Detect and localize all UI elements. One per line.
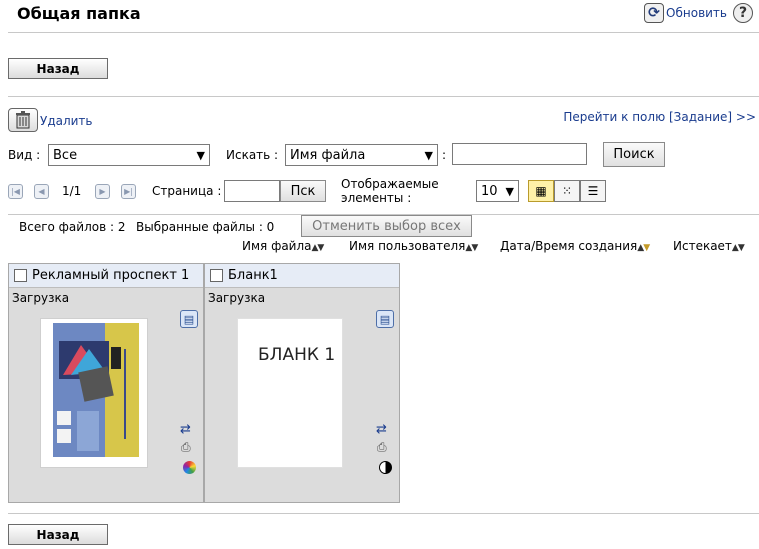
thumbnail-text: БЛАНК 1 bbox=[258, 345, 336, 365]
sort-username[interactable]: Имя пользователя▲▼ bbox=[349, 239, 478, 253]
back-button-top[interactable]: Назад bbox=[8, 58, 108, 79]
goto-job-field-link[interactable]: Перейти к полю [Задание] >> bbox=[563, 110, 756, 124]
sort-created-label: Дата/Время создания bbox=[500, 239, 638, 253]
list-view-icon[interactable]: ☰ bbox=[580, 180, 606, 202]
refresh-icon[interactable]: ⟳ bbox=[644, 3, 665, 23]
chevron-down-icon: ▼ bbox=[505, 184, 514, 198]
file-checkbox[interactable] bbox=[210, 269, 223, 282]
printer-icon: ⎙ bbox=[377, 440, 387, 454]
file-card-header: Рекламный проспект 1 bbox=[9, 264, 203, 288]
view-select-value: Все bbox=[53, 147, 78, 163]
first-page-icon[interactable]: |◀ bbox=[8, 184, 23, 199]
selected-files: Выбранные файлы : 0 bbox=[136, 220, 275, 234]
page-title: Общая папка bbox=[17, 4, 141, 23]
brochure-thumbnail-image bbox=[53, 323, 139, 457]
file-name: Бланк1 bbox=[228, 268, 278, 283]
printer-icon: ⎙ bbox=[181, 440, 191, 454]
back-button-bottom[interactable]: Назад bbox=[8, 524, 108, 545]
details-icon[interactable]: ▤ bbox=[376, 310, 394, 328]
sort-expires-label: Истекает bbox=[673, 239, 732, 253]
last-page-icon[interactable]: ▶| bbox=[121, 184, 136, 199]
display-items-label: Отображаемые элементы : bbox=[341, 177, 439, 205]
sort-arrows-icon: ▲▼ bbox=[731, 243, 745, 253]
sort-username-label: Имя пользователя bbox=[349, 239, 466, 253]
file-card[interactable]: Рекламный проспект 1 Загрузка ▤ ⇄ ⎙ bbox=[8, 263, 204, 503]
display-items-value: 10 bbox=[481, 183, 498, 199]
search-field-select[interactable]: Имя файла ▼ bbox=[285, 144, 438, 166]
page-info: 1/1 bbox=[62, 184, 82, 198]
search-field-value: Имя файла bbox=[290, 147, 366, 163]
small-thumbnail-view-icon[interactable]: ⁙ bbox=[554, 180, 580, 202]
file-status: Загрузка bbox=[208, 291, 266, 305]
sort-created[interactable]: Дата/Время создания▲▼ bbox=[500, 239, 650, 253]
search-input[interactable] bbox=[452, 143, 587, 165]
details-icon[interactable]: ▤ bbox=[180, 310, 198, 328]
go-page-button[interactable]: Пск bbox=[280, 180, 326, 202]
search-by-label: Искать : bbox=[226, 148, 279, 162]
display-items-select[interactable]: 10 ▼ bbox=[476, 180, 519, 202]
delete-button[interactable] bbox=[8, 108, 38, 132]
help-icon[interactable]: ? bbox=[733, 3, 753, 23]
file-checkbox[interactable] bbox=[14, 269, 27, 282]
page-input[interactable] bbox=[224, 180, 280, 202]
display-items-label-line2: элементы : bbox=[341, 191, 412, 205]
view-select[interactable]: Все ▼ bbox=[48, 144, 210, 166]
total-files: Всего файлов : 2 bbox=[19, 220, 126, 234]
next-page-icon[interactable]: ▶ bbox=[95, 184, 110, 199]
deselect-all-button[interactable]: Отменить выбор всех bbox=[301, 215, 472, 237]
sort-arrows-icon: ▲▼ bbox=[465, 243, 478, 253]
divider bbox=[8, 32, 759, 33]
search-button[interactable]: Поиск bbox=[603, 142, 665, 167]
reprint-icon: ⇄ bbox=[180, 422, 191, 437]
prev-page-icon[interactable]: ◀ bbox=[34, 184, 49, 199]
refresh-link[interactable]: Обновить bbox=[666, 6, 727, 20]
reprint-icon: ⇄ bbox=[376, 422, 387, 437]
sort-filename[interactable]: Имя файла▲▼ bbox=[242, 239, 325, 253]
file-card[interactable]: Бланк1 Загрузка ▤ БЛАНК 1 ⇄ ⎙ bbox=[204, 263, 400, 503]
colon-label: : bbox=[442, 148, 447, 162]
chevron-down-icon: ▼ bbox=[424, 148, 433, 162]
sort-filename-label: Имя файла bbox=[242, 239, 312, 253]
sort-arrows-icon: ▲▼ bbox=[311, 243, 325, 253]
sort-desc-active-icon: ▼ bbox=[643, 243, 650, 253]
bw-circle-icon bbox=[379, 461, 392, 474]
sort-expires[interactable]: Истекает▲▼ bbox=[673, 239, 745, 253]
refresh-group: ⟳ Обновить ? bbox=[644, 3, 753, 23]
display-items-label-line1: Отображаемые bbox=[341, 177, 439, 191]
color-wheel-icon bbox=[183, 461, 196, 474]
page-label: Страница : bbox=[152, 184, 222, 198]
trash-icon bbox=[16, 111, 30, 129]
view-label: Вид : bbox=[8, 148, 41, 162]
chevron-down-icon: ▼ bbox=[196, 148, 205, 162]
file-thumbnail[interactable] bbox=[40, 318, 148, 468]
divider bbox=[8, 513, 759, 514]
file-thumbnail[interactable]: БЛАНК 1 bbox=[237, 318, 343, 468]
large-thumbnail-view-icon[interactable]: ▦ bbox=[528, 180, 554, 202]
file-status: Загрузка bbox=[12, 291, 70, 305]
delete-link[interactable]: Удалить bbox=[40, 114, 93, 128]
file-name: Рекламный проспект 1 bbox=[32, 268, 190, 283]
file-card-header: Бланк1 bbox=[205, 264, 399, 288]
divider bbox=[8, 96, 759, 97]
